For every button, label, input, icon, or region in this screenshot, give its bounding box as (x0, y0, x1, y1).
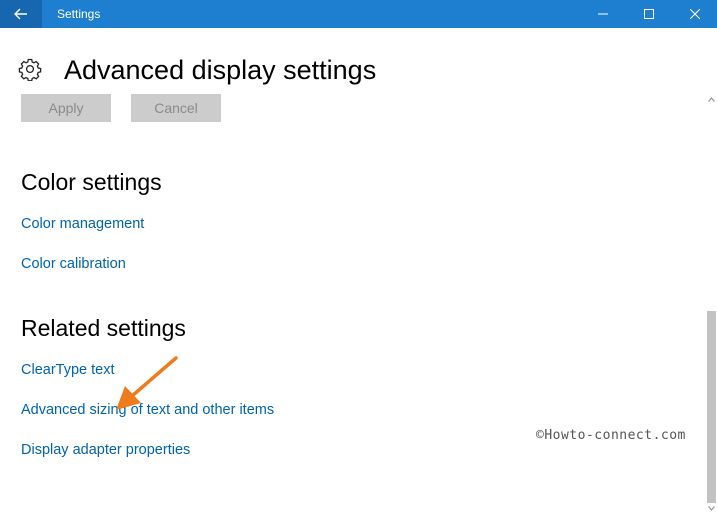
color-settings-heading: Color settings (21, 169, 162, 195)
annotation-arrow-icon (116, 356, 178, 410)
color-calibration-link[interactable]: Color calibration (21, 255, 126, 273)
back-arrow-icon (14, 8, 27, 20)
title-bar: Settings (0, 0, 717, 28)
page-title: Advanced display settings (64, 55, 377, 85)
watermark: ©Howto-connect.com (536, 428, 686, 443)
minimize-button[interactable] (580, 0, 626, 28)
chevron-up-icon (708, 96, 715, 102)
apply-button[interactable]: Apply (21, 94, 111, 122)
back-button[interactable] (0, 0, 42, 28)
close-icon (690, 9, 700, 19)
display-adapter-properties-link[interactable]: Display adapter properties (21, 441, 190, 459)
gear-icon (18, 58, 42, 81)
scroll-down-button[interactable] (706, 502, 717, 514)
scroll-thumb[interactable] (707, 311, 716, 503)
color-management-link[interactable]: Color management (21, 215, 144, 233)
scroll-up-button[interactable] (706, 93, 717, 105)
maximize-button[interactable] (626, 0, 672, 28)
maximize-icon (644, 9, 654, 19)
window-title: Settings (57, 7, 101, 21)
chevron-down-icon (708, 505, 715, 511)
related-settings-heading: Related settings (21, 315, 186, 341)
cleartype-text-link[interactable]: ClearType text (21, 361, 115, 379)
close-button[interactable] (672, 0, 717, 28)
vertical-scrollbar[interactable] (706, 93, 717, 516)
minimize-icon (598, 13, 608, 15)
cancel-button[interactable]: Cancel (131, 94, 221, 122)
